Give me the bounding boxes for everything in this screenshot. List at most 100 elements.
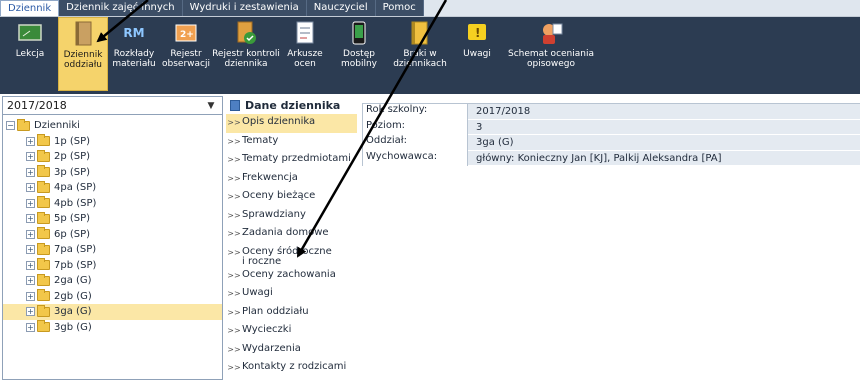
arkusze-ocen-label: Arkusze ocen: [287, 49, 323, 69]
expand-icon[interactable]: +: [26, 214, 35, 224]
folder-icon: [37, 165, 50, 178]
detail-label: Rok szkolny:: [363, 104, 468, 120]
tree-item-class[interactable]: +4pa (SP): [3, 180, 222, 196]
braki-w-dziennikach-label: Braki w dziennikach: [393, 49, 447, 69]
braki-w-dziennikach-button[interactable]: Braki w dziennikach: [388, 17, 452, 91]
nav-item[interactable]: >> Plan oddziału: [226, 304, 357, 323]
tree-item-class[interactable]: +2ga (G): [3, 273, 222, 289]
expand-icon[interactable]: +: [26, 276, 35, 286]
tree-item-label: 2p (SP): [54, 151, 91, 163]
dziennik-oddzialu-button[interactable]: Dziennik oddziału: [58, 17, 108, 91]
menu-tab-wydruki[interactable]: Wydruki i zestawienia: [182, 0, 307, 16]
nav-item[interactable]: >> Wydarzenia: [226, 341, 357, 360]
tree-root-dzienniki[interactable]: − Dzienniki: [3, 118, 222, 134]
menu-tab-pomoc[interactable]: Pomoc: [375, 0, 424, 16]
detail-label: Wychowawca:: [363, 150, 468, 166]
detail-label: Oddział:: [363, 135, 468, 151]
nav-item-label: Sprawdziany: [242, 208, 306, 220]
tree-item-class[interactable]: +3p (SP): [3, 165, 222, 181]
tree-item-label: 6p (SP): [54, 228, 91, 240]
chevron-down-icon[interactable]: ▼: [204, 99, 218, 113]
expand-icon[interactable]: +: [26, 198, 35, 208]
nav-item-label: Tematy przedmiotami: [242, 153, 351, 164]
expand-icon[interactable]: +: [26, 291, 35, 301]
rozklady-materialu-button[interactable]: RM Rozkłady materiału: [108, 17, 160, 91]
folder-icon: [37, 196, 50, 209]
nav-item[interactable]: >> Zadania domowe: [226, 225, 357, 244]
double-chevron-icon: >>: [227, 136, 241, 146]
nav-item[interactable]: >> Uwagi: [226, 285, 357, 304]
uwagi-button[interactable]: ! Uwagi: [452, 17, 502, 91]
nav-item[interactable]: >> Sprawdziany: [226, 207, 357, 226]
nav-item[interactable]: >> Tematy przedmiotami: [226, 151, 357, 170]
nav-item[interactable]: >> Tematy: [226, 133, 357, 152]
tree-item-label: 7pb (SP): [54, 259, 97, 271]
nav-item[interactable]: >> Oceny śródroczne i roczne: [226, 244, 357, 267]
expand-icon[interactable]: +: [26, 229, 35, 239]
expand-icon[interactable]: +: [26, 152, 35, 162]
double-chevron-icon: >>: [227, 173, 241, 183]
detail-value: 2017/2018: [468, 104, 860, 120]
tree-item-class[interactable]: +7pa (SP): [3, 242, 222, 258]
tree-item-class[interactable]: +3gb (G): [3, 320, 222, 336]
rejestr-kontroli-button[interactable]: Rejestr kontroli dziennika: [212, 17, 280, 91]
tree-item-class[interactable]: +7pb (SP): [3, 258, 222, 274]
menu-tab-dziennik-zajec-innych[interactable]: Dziennik zajęć innych: [59, 0, 183, 16]
schemat-oceniania-button[interactable]: Schemat oceniania opisowego: [502, 17, 600, 91]
expand-icon[interactable]: +: [26, 167, 35, 177]
expand-icon[interactable]: +: [26, 260, 35, 270]
arkusze-ocen-button[interactable]: Arkusze ocen: [280, 17, 330, 91]
nav-item[interactable]: >> Oceny bieżące: [226, 188, 357, 207]
expand-icon[interactable]: +: [26, 307, 35, 317]
folder-icon: [37, 273, 50, 286]
nav-item[interactable]: >> Opis dziennika: [226, 114, 357, 133]
journal-nav-panel: Dane dziennika >> Opis dziennika >> Tematy >…: [226, 96, 357, 380]
chalkboard-icon: [17, 20, 43, 46]
detail-row: Wychowawca: główny: Konieczny Jan [KJ], P…: [363, 150, 860, 166]
tree-item-class[interactable]: +5p (SP): [3, 211, 222, 227]
tree-item-class[interactable]: +3ga (G): [3, 304, 222, 320]
tree-item-class[interactable]: +6p (SP): [3, 227, 222, 243]
folder-icon: [37, 180, 50, 193]
svg-text:!: !: [475, 26, 480, 40]
expand-icon[interactable]: +: [26, 322, 35, 332]
double-chevron-icon: >>: [227, 118, 241, 127]
class-tree: − Dzienniki +1p (SP) +2p (SP) +3p (SP) +4pa…: [3, 115, 222, 335]
nav-item[interactable]: >> Kontakty z rodzicami: [226, 359, 357, 378]
rejestr-obserwacji-button[interactable]: 2+ Rejestr obserwacji: [160, 17, 212, 91]
tree-item-class[interactable]: +4pb (SP): [3, 196, 222, 212]
check-book-icon: [233, 20, 259, 46]
lekcja-button[interactable]: Lekcja: [2, 17, 58, 91]
journal-data-icon: [230, 99, 240, 111]
dostep-mobilny-label: Dostęp mobilny: [340, 49, 378, 69]
folder-icon: [37, 149, 50, 162]
ribbon-toolbar: Lekcja Dziennik oddziału RM Rozkłady mat…: [0, 17, 860, 94]
school-year-select[interactable]: 2017/2018 ▼: [3, 97, 222, 115]
journal-nav-list: >> Opis dziennika >> Tematy >> Tematy przedmi…: [226, 114, 357, 378]
dostep-mobilny-button[interactable]: Dostęp mobilny: [330, 17, 388, 91]
tree-item-class[interactable]: +2gb (G): [3, 289, 222, 305]
expand-icon[interactable]: +: [26, 183, 35, 193]
detail-value: główny: Konieczny Jan [KJ], Palkij Aleks…: [468, 150, 860, 166]
collapse-icon[interactable]: −: [6, 121, 15, 131]
menu-tab-dziennik[interactable]: Dziennik: [0, 0, 60, 16]
tree-item-class[interactable]: +1p (SP): [3, 134, 222, 150]
folder-icon: [37, 227, 50, 240]
journal-book-icon: [70, 21, 96, 47]
nav-item[interactable]: >> Wycieczki: [226, 322, 357, 341]
tree-item-label: 5p (SP): [54, 213, 91, 225]
warning-icon: !: [464, 20, 490, 46]
expand-icon[interactable]: +: [26, 245, 35, 255]
double-chevron-icon: >>: [227, 270, 241, 280]
rejestr-kontroli-label: Rejestr kontroli dziennika: [212, 49, 280, 69]
menu-tab-nauczyciel[interactable]: Nauczyciel: [306, 0, 376, 16]
tree-item-class[interactable]: +2p (SP): [3, 149, 222, 165]
tree-item-label: 3gb (G): [54, 321, 92, 333]
nav-item[interactable]: >> Frekwencja: [226, 170, 357, 189]
double-chevron-icon: >>: [227, 307, 241, 317]
expand-icon[interactable]: +: [26, 136, 35, 146]
detail-rows: Rok szkolny: 2017/2018 Poziom: 3 Oddział: 3ga…: [363, 104, 860, 166]
class-list: +1p (SP) +2p (SP) +3p (SP) +4pa (SP) +4pb (S…: [3, 134, 222, 336]
nav-item[interactable]: >> Oceny zachowania: [226, 267, 357, 286]
tree-item-label: 4pb (SP): [54, 197, 97, 209]
